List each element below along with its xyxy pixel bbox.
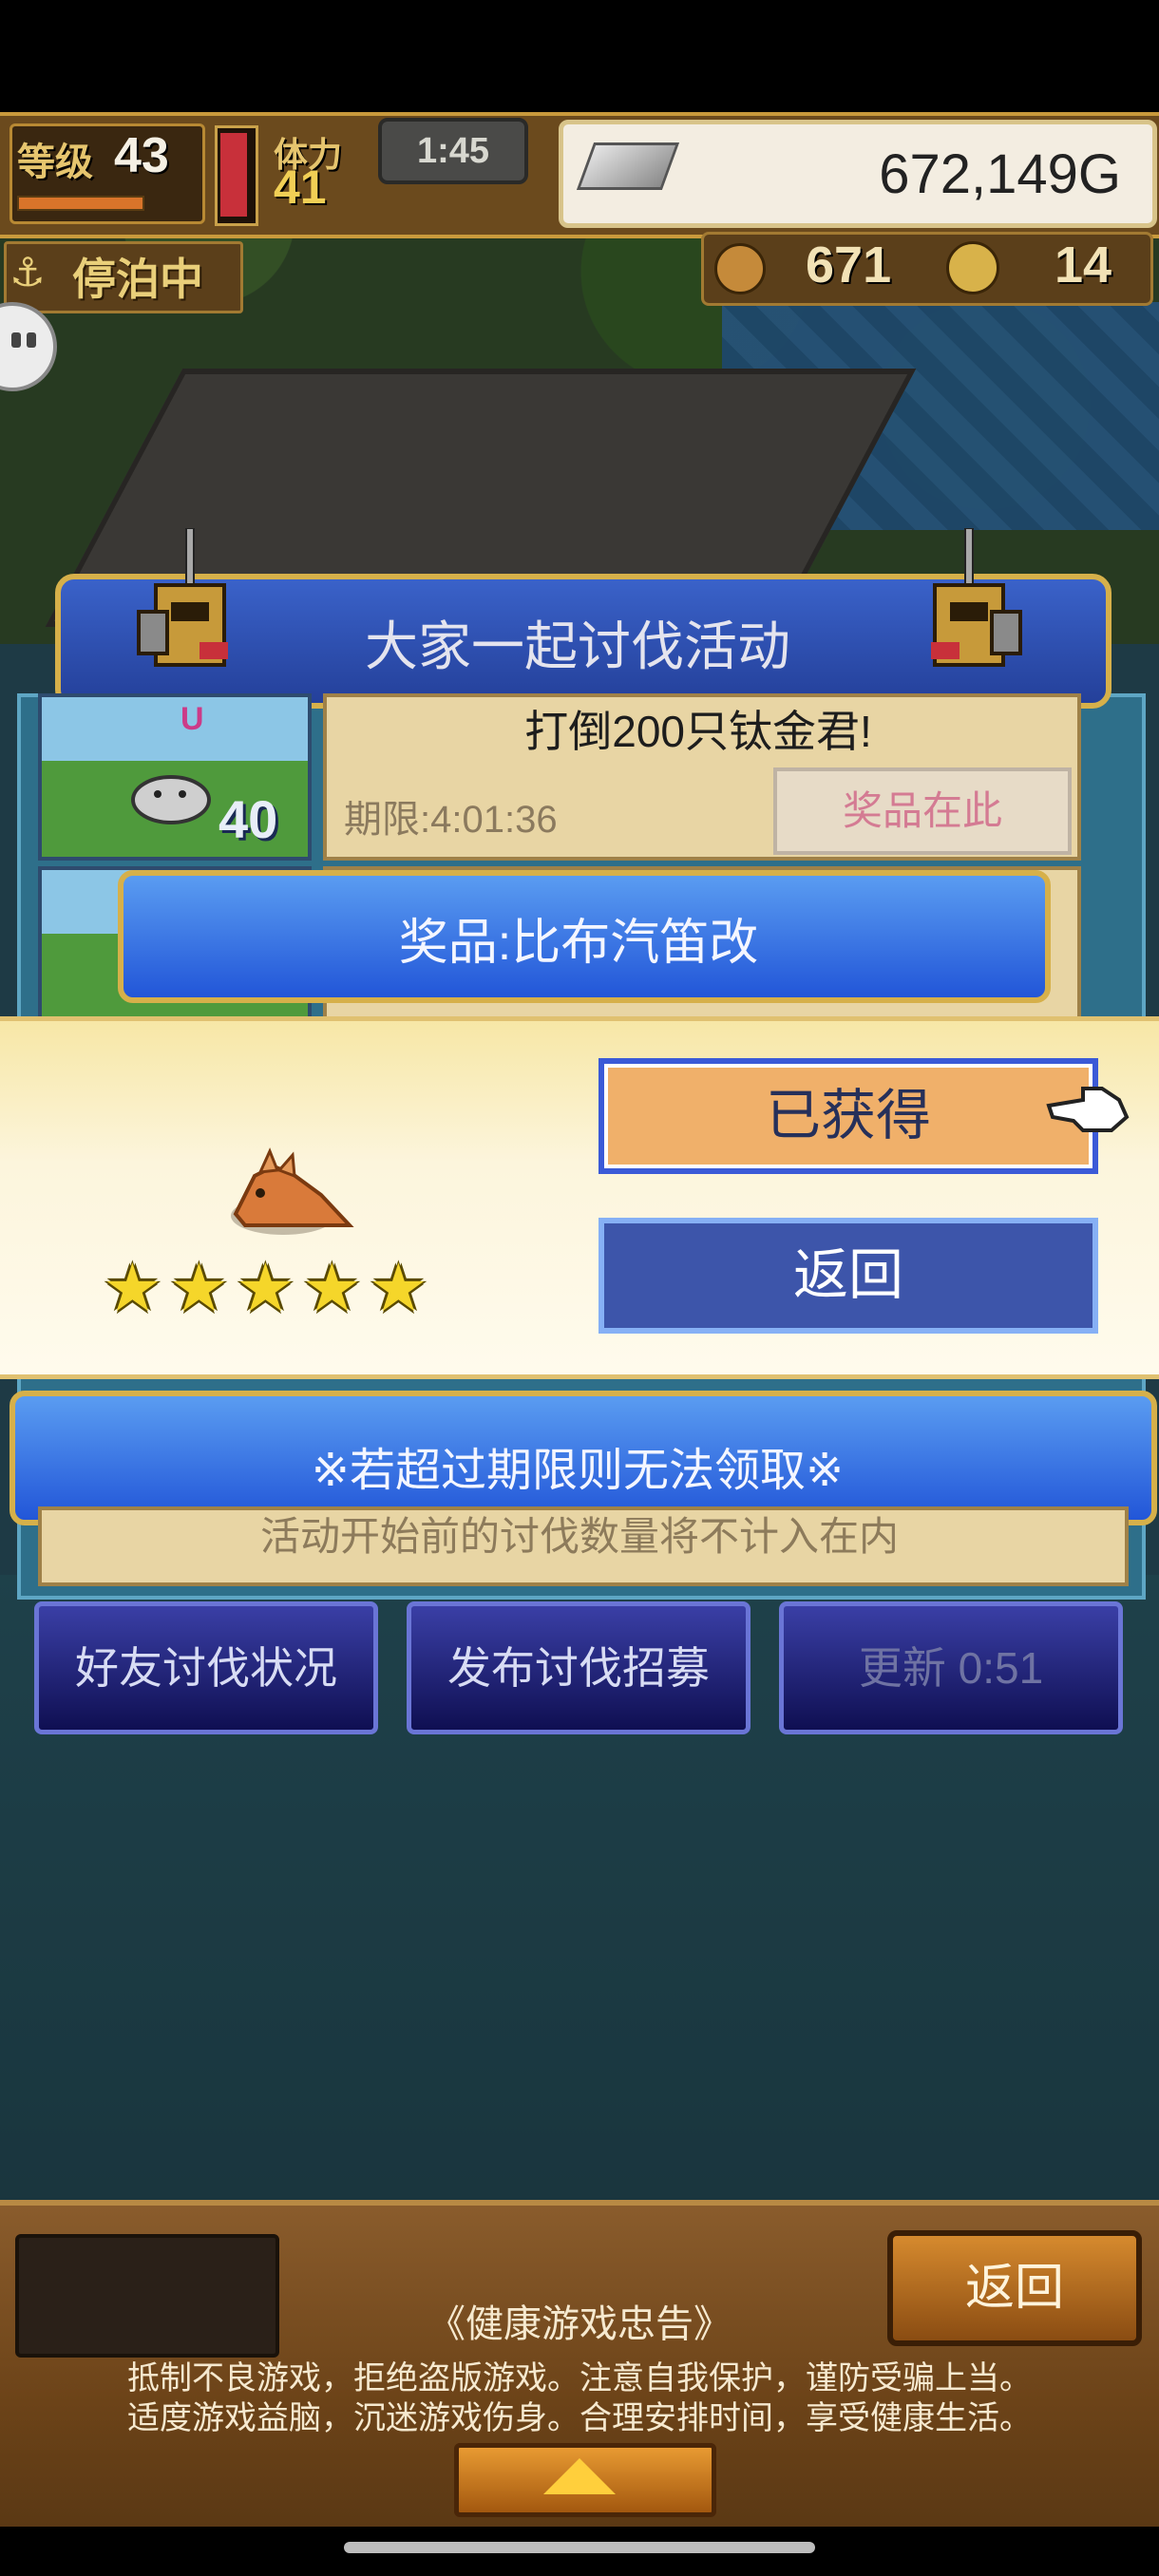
quest-deadline: 期限:4:01:36 xyxy=(344,799,558,841)
popup-return-button[interactable]: 返回 xyxy=(598,1218,1098,1334)
friends-status-button[interactable]: 好友讨伐状况 xyxy=(34,1601,378,1734)
resource1-value: 671 xyxy=(806,237,892,294)
status-bar xyxy=(0,0,1159,112)
level-value: 43 xyxy=(114,128,169,183)
home-indicator[interactable] xyxy=(344,2542,815,2553)
knight-icon-left xyxy=(137,528,228,667)
resource2-value: 14 xyxy=(1054,237,1112,294)
silver-bar-icon xyxy=(576,142,680,190)
knight-icon-right xyxy=(931,528,1022,667)
stamina-value: 41 xyxy=(274,161,327,214)
health-advice-title: 《健康游戏忠告》 xyxy=(428,2303,732,2345)
prize-name: 奖品:比布汽笛改 xyxy=(398,916,759,971)
level-label: 等级 xyxy=(17,142,93,183)
quest-count: 40 xyxy=(218,789,278,849)
obtained-button[interactable]: 已获得 xyxy=(598,1058,1098,1174)
money-value: 672,149G xyxy=(879,143,1121,205)
anchor-icon: ⚓ xyxy=(10,250,46,294)
view-prize-button[interactable]: 奖品在此 xyxy=(773,767,1072,855)
notice-text: ※若超过期限则无法领取※ xyxy=(311,1446,845,1496)
chat-icon-dot xyxy=(27,332,36,348)
stamina-timer: 1:45 xyxy=(378,118,528,184)
health-advice-line2: 适度游戏益脑，沉迷游戏伤身。合理安排时间，享受健康生活。 xyxy=(127,2400,1032,2436)
up-arrow-icon xyxy=(543,2458,616,2494)
chat-icon xyxy=(11,332,21,348)
prize-monster-icon xyxy=(231,1147,354,1235)
exp-bar xyxy=(17,196,144,211)
publish-recruit-button[interactable]: 发布讨伐招募 xyxy=(407,1601,750,1734)
docked-label: 停泊中 xyxy=(72,255,203,304)
medal-icon xyxy=(946,241,999,294)
rarity-star-icon: ★ xyxy=(302,1251,362,1325)
food-icon xyxy=(714,243,766,294)
refresh-button[interactable]: 更新 0:51 xyxy=(779,1601,1123,1734)
quest-name: 打倒200只钛金君! xyxy=(524,707,872,756)
rarity-star-icon: ★ xyxy=(169,1251,229,1325)
footer-note: 活动开始前的讨伐数量将不计入在内 xyxy=(259,1514,899,1559)
rarity-star-icon: ★ xyxy=(103,1251,162,1325)
rarity-star-icon: ★ xyxy=(236,1251,295,1325)
stamina-fill xyxy=(220,133,247,217)
titanium-slime-icon xyxy=(131,775,211,824)
quest-tag: U xyxy=(180,701,204,737)
pointer-hand-icon xyxy=(1046,1087,1130,1132)
rarity-star-icon: ★ xyxy=(369,1251,428,1325)
